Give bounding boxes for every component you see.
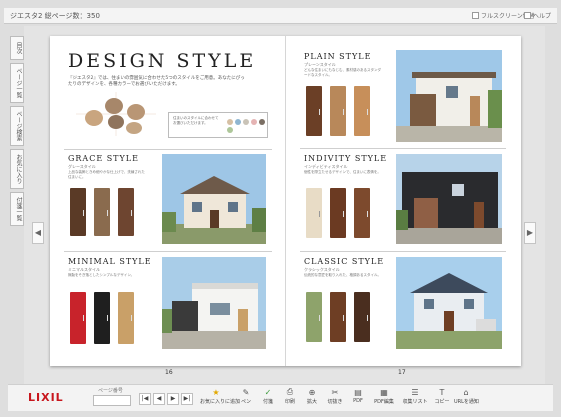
door-indivity-1 bbox=[306, 188, 322, 238]
door-minimal-3 bbox=[118, 292, 134, 344]
door-minimal-2 bbox=[94, 292, 110, 344]
grace-house-photo bbox=[162, 154, 266, 244]
add-favorite-button[interactable]: ★ お気に入りに追加 bbox=[200, 387, 240, 410]
indivity-style-desc: 個性を際立たせるデザインで、住まいに表情を。 bbox=[304, 170, 381, 174]
door-classic-2 bbox=[330, 292, 346, 342]
fullscreen-icon bbox=[472, 12, 479, 19]
color-chip-board: 住まいのスタイルに合わせてお選びいただけます。 bbox=[168, 112, 268, 138]
prev-page-button[interactable]: ◀ bbox=[153, 393, 165, 405]
plain-house-photo bbox=[396, 50, 502, 142]
zoom-icon: ⊕ bbox=[308, 387, 316, 397]
pdf-icon: ▤ bbox=[354, 387, 362, 397]
side-tabs: 目次 ページ一覧 ページ検索 お気に入り 付箋一覧 bbox=[10, 36, 24, 229]
bottom-toolbar: LIXIL ページ番号 |◀ ◀ ▶ ▶| ★ お気に入りに追加 ✎ ペン ✓ … bbox=[8, 384, 553, 411]
bubble-grace bbox=[85, 110, 103, 126]
bubble-minimal bbox=[108, 115, 124, 129]
section-rule bbox=[300, 251, 506, 252]
zoom-button[interactable]: ⊕ 拡大 bbox=[302, 387, 322, 410]
door-grace-3 bbox=[118, 188, 134, 236]
right-page-number: 17 bbox=[398, 369, 406, 376]
grace-style-desc: 上品な装飾ときめ細やかな仕上げで、洗練された住まいに。 bbox=[68, 170, 145, 179]
tab-sticky-list[interactable]: 付箋一覧 bbox=[10, 192, 24, 226]
gutter-divider bbox=[285, 36, 286, 366]
help-button[interactable]: ヘルプ bbox=[524, 10, 551, 21]
link-icon: ⌂ bbox=[463, 387, 469, 397]
minimal-house-photo bbox=[162, 257, 266, 349]
bubble-classic bbox=[126, 122, 142, 134]
door-plain-3 bbox=[354, 86, 370, 136]
door-indivity-3 bbox=[354, 188, 370, 238]
star-icon: ★ bbox=[212, 387, 220, 397]
title-bar: ジエスタ2 総ページ数：350 フルスクリーン切替 ヘルプ bbox=[4, 8, 557, 24]
plain-style-desc: どんな住まいにもなじむ、素材感のあるスタンダードなスタイル。 bbox=[304, 68, 381, 77]
door-minimal-1 bbox=[70, 292, 86, 344]
first-page-button[interactable]: |◀ bbox=[139, 393, 151, 405]
page-number-label: ページ番号 bbox=[98, 388, 123, 394]
copy-icon: T bbox=[439, 387, 445, 397]
pen-button[interactable]: ✎ ペン bbox=[236, 387, 256, 410]
sticky-note-icon: ✓ bbox=[264, 387, 272, 397]
classic-style-title: CLASSIC STYLE bbox=[304, 257, 385, 266]
door-classic-3 bbox=[354, 292, 370, 342]
indivity-house-photo bbox=[396, 154, 502, 244]
list-icon: ☰ bbox=[411, 387, 419, 397]
pdf-button[interactable]: ▤ PDF bbox=[348, 387, 368, 410]
intro-text: 『ジエスタ2』では、住まいの雰囲気に合わせた5つのスタイルをご用意。あなたにぴっ… bbox=[68, 76, 245, 87]
indivity-style-title: INDIVITY STYLE bbox=[304, 154, 388, 163]
plain-style-title: PLAIN STYLE bbox=[304, 52, 372, 61]
clip-button[interactable]: ✂ 切抜き bbox=[324, 387, 346, 410]
door-plain-1 bbox=[306, 86, 322, 136]
section-rule bbox=[64, 251, 272, 252]
page-number-input[interactable] bbox=[93, 395, 131, 406]
door-classic-1 bbox=[306, 292, 322, 342]
sticky-note-button[interactable]: ✓ 付箋 bbox=[258, 387, 278, 410]
door-grace-1 bbox=[70, 188, 86, 236]
grace-style-title: GRACE STYLE bbox=[68, 154, 139, 163]
section-rule bbox=[64, 149, 272, 150]
style-map-chart bbox=[76, 92, 156, 136]
tab-favorites[interactable]: お気に入り bbox=[10, 149, 24, 189]
collection-list-button[interactable]: ☰ 収集リスト bbox=[400, 387, 430, 410]
door-plain-2 bbox=[330, 86, 346, 136]
bubble-plain bbox=[105, 98, 123, 114]
left-page-number: 16 bbox=[165, 369, 173, 376]
tab-page-search[interactable]: ページ検索 bbox=[10, 106, 24, 146]
window-title: ジエスタ2 総ページ数：350 bbox=[10, 12, 100, 20]
pen-icon: ✎ bbox=[242, 387, 250, 397]
last-page-button[interactable]: ▶| bbox=[181, 393, 193, 405]
pdf-edit-icon: ▦ bbox=[380, 387, 388, 397]
chart-caption: 住まいのスタイルに合わせてお選びいただけます。 bbox=[173, 116, 219, 125]
tab-contents[interactable]: 目次 bbox=[10, 36, 24, 60]
pdf-edit-button[interactable]: ▦ PDF編集 bbox=[370, 387, 398, 410]
page-spread: DESIGN STYLE 『ジエスタ2』では、住まいの雰囲気に合わせた5つのスタ… bbox=[50, 36, 521, 376]
cut-icon: ✂ bbox=[331, 387, 339, 397]
classic-house-photo bbox=[396, 257, 502, 349]
next-page-button[interactable]: ▶ bbox=[167, 393, 179, 405]
classic-style-desc: 伝統的な意匠を取り入れた、格調あるスタイル。 bbox=[304, 273, 381, 277]
page-title: DESIGN STYLE bbox=[68, 50, 257, 72]
copy-button[interactable]: T コピー bbox=[432, 387, 452, 410]
next-page-arrow[interactable]: ▶ bbox=[524, 222, 536, 244]
door-grace-2 bbox=[94, 188, 110, 236]
door-indivity-2 bbox=[330, 188, 346, 238]
color-chips bbox=[227, 119, 265, 133]
lixil-logo: LIXIL bbox=[28, 391, 64, 404]
minimal-style-title: MINIMAL STYLE bbox=[68, 257, 152, 266]
catalog-viewer: ジエスタ2 総ページ数：350 フルスクリーン切替 ヘルプ 目次 ページ一覧 ペ… bbox=[0, 0, 561, 417]
bubble-indivity bbox=[127, 104, 145, 120]
prev-page-arrow[interactable]: ◀ bbox=[32, 222, 44, 244]
tab-page-list[interactable]: ページ一覧 bbox=[10, 63, 24, 103]
url-notify-button[interactable]: ⌂ URLを通知 bbox=[454, 387, 479, 410]
section-rule bbox=[300, 148, 506, 149]
minimal-style-desc: 無駄をそぎ落としたシンプルなデザイン。 bbox=[68, 273, 135, 277]
print-button[interactable]: ⎙ 印刷 bbox=[280, 387, 300, 410]
printer-icon: ⎙ bbox=[286, 387, 294, 396]
help-icon bbox=[524, 12, 531, 19]
